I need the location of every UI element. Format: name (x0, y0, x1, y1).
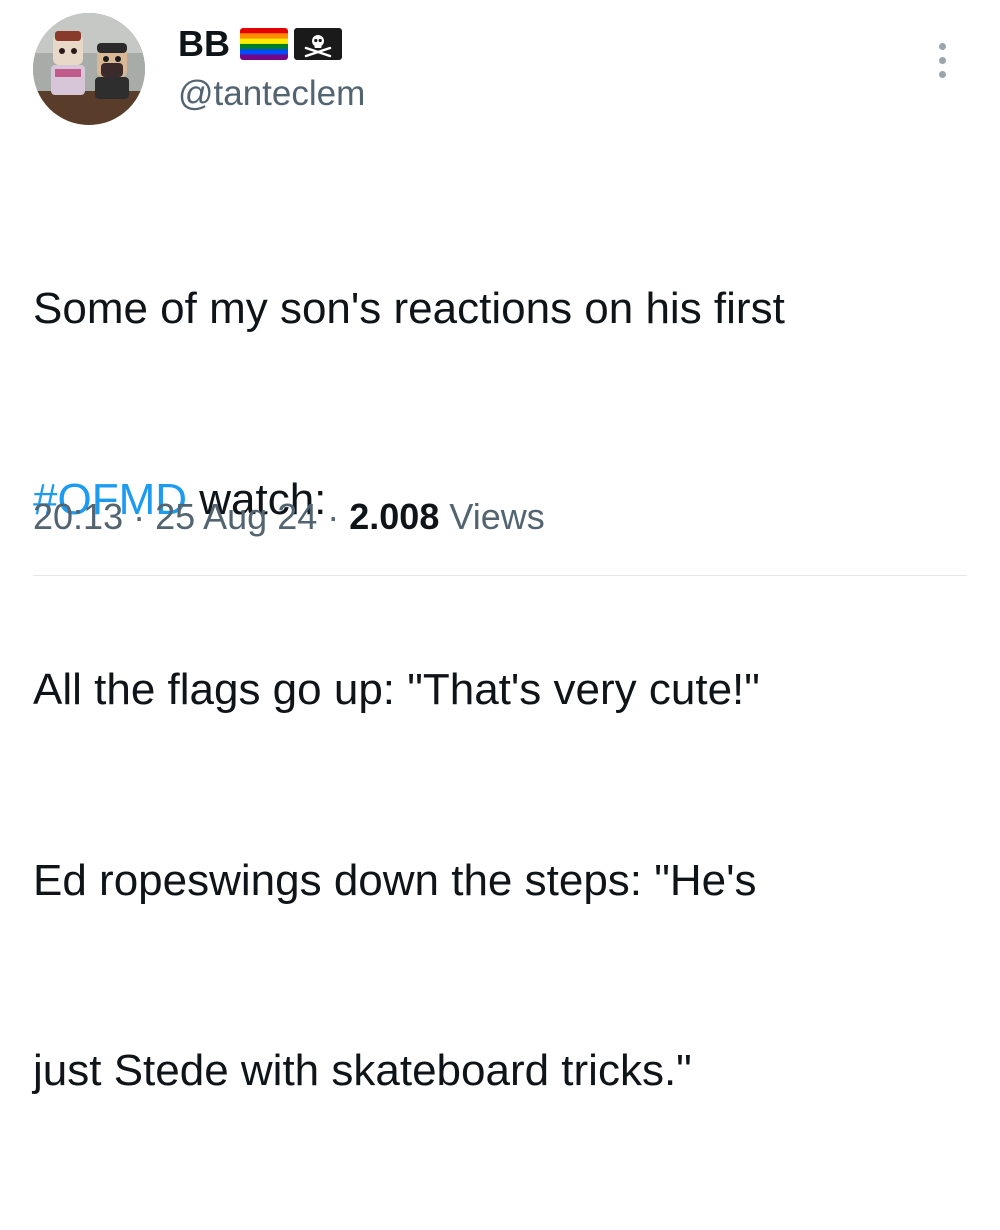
tweet: BB @tanteclem Some of my son's reactions… (0, 0, 1000, 1095)
rainbow-flag-icon (240, 28, 288, 60)
tweet-meta: 20:13 · 25 Aug 24 · 2.008 Views (33, 492, 545, 542)
separator: · (133, 496, 146, 537)
views-count: 2.008 (349, 496, 440, 537)
divider (33, 575, 967, 576)
author-name-row: BB (178, 22, 342, 66)
tweet-date[interactable]: 25 Aug 24 (155, 496, 317, 537)
more-options-button[interactable] (926, 38, 958, 82)
display-name[interactable]: BB (178, 22, 230, 66)
author-handle[interactable]: @tanteclem (178, 72, 365, 116)
tweet-time[interactable]: 20:13 (33, 496, 123, 537)
views-label: Views (449, 496, 545, 537)
more-dot-icon (938, 56, 946, 64)
more-dot-icon (938, 70, 946, 78)
tweet-line-1: Some of my son's reactions on his first (33, 284, 785, 333)
tweet-text: Some of my son's reactions on his first … (33, 150, 973, 1230)
tweet-line-5: just Stede with skateboard tricks." (33, 1046, 692, 1095)
tweet-line-3: All the flags go up: "That's very cute!" (33, 665, 760, 714)
tweet-line-4: Ed ropeswings down the steps: "He's (33, 855, 757, 905)
more-dot-icon (938, 42, 946, 50)
avatar[interactable] (33, 13, 145, 125)
pirate-flag-icon (294, 28, 342, 60)
separator: · (327, 496, 340, 537)
